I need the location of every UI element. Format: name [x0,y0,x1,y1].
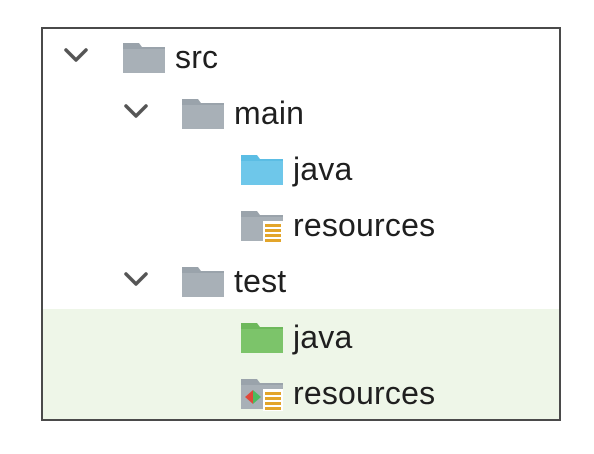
test-source-root-folder-icon [239,319,285,355]
chevron-down-icon[interactable] [63,44,89,66]
tree-node-label: main [234,95,305,131]
test-resources-root-folder-icon [239,375,285,411]
tree-node-test-java[interactable]: java [43,309,559,365]
tree-node-main-java[interactable]: java [43,141,559,197]
tree-node-label: java [293,151,353,187]
tree-node-src[interactable]: src [43,29,559,85]
tree-node-main[interactable]: main [43,85,559,141]
source-root-folder-icon [239,151,285,187]
tree-node-label: resources [293,375,436,411]
tree-node-test[interactable]: test [43,253,559,309]
tree-node-main-resources[interactable]: resources [43,197,559,253]
tree-node-label: test [234,263,287,299]
tree-node-label: src [175,39,219,75]
chevron-down-icon[interactable] [123,268,149,290]
project-tree-panel: src main java resources test java resour… [41,27,561,421]
tree-node-test-resources[interactable]: resources [43,365,559,419]
folder-icon [121,39,167,75]
tree-node-label: resources [293,207,436,243]
resources-root-folder-icon [239,207,285,243]
chevron-down-icon[interactable] [123,100,149,122]
folder-icon [180,263,226,299]
folder-icon [180,95,226,131]
tree-node-label: java [293,319,353,355]
